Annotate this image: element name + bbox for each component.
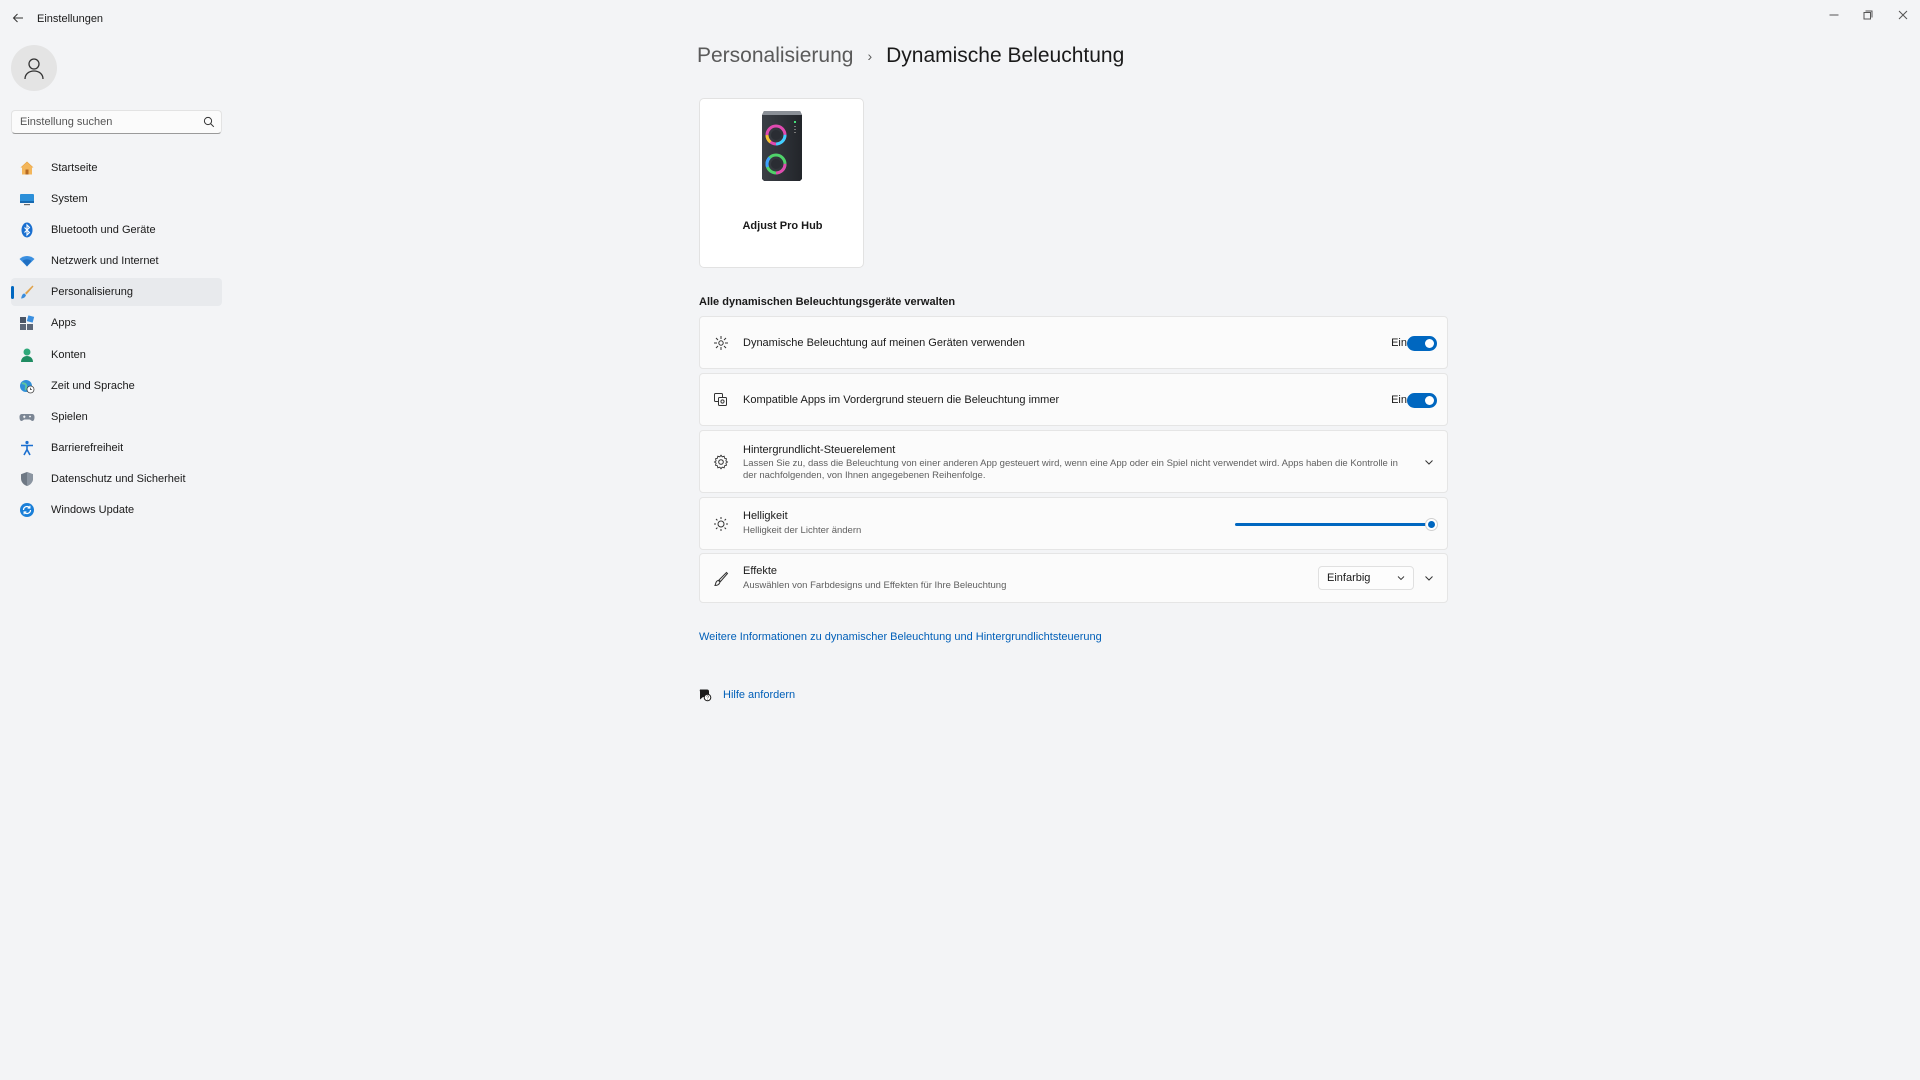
globe-clock-icon [18, 377, 36, 395]
setting-title: Helligkeit [743, 510, 788, 522]
sidebar-item-label: Zeit und Sprache [51, 379, 135, 392]
setting-title: Kompatible Apps im Vordergrund steuern d… [743, 394, 1060, 406]
chevron-down-icon[interactable] [1421, 570, 1437, 586]
avatar[interactable] [11, 45, 57, 91]
sidebar-item-label: Datenschutz und Sicherheit [51, 472, 186, 485]
page-title: Dynamische Beleuchtung [886, 44, 1125, 67]
sidebar-item-spielen[interactable]: Spielen [11, 403, 222, 431]
section-title: Alle dynamischen Beleuchtungsgeräte verw… [699, 296, 956, 308]
brush-icon [712, 570, 730, 588]
gear-icon [712, 453, 730, 471]
help-link-label: Hilfe anfordern [723, 689, 796, 701]
sidebar-item-system[interactable]: System [11, 185, 222, 213]
foreground-apps-toggle[interactable] [1407, 393, 1437, 408]
sidebar-item-label: Bluetooth und Geräte [51, 224, 156, 237]
sidebar-item-label: Startseite [51, 162, 98, 174]
close-button[interactable] [1891, 5, 1915, 25]
sidebar-item-personalisierung[interactable]: Personalisierung [11, 278, 222, 307]
sidebar-item-label: Konten [51, 348, 86, 361]
home-icon [18, 159, 36, 177]
accessibility-icon [18, 439, 36, 457]
apps-control-icon [712, 391, 730, 409]
sidebar-item-label: Windows Update [51, 504, 135, 517]
person-icon [18, 346, 36, 364]
setting-use-dynamic-lighting: Dynamische Beleuchtung auf meinen Geräte… [699, 316, 1448, 369]
device-name: Adjust Pro Hub [742, 220, 823, 232]
monitor-icon [18, 190, 36, 208]
sidebar-item-apps[interactable]: Apps [11, 309, 222, 337]
more-info-link[interactable]: Weitere Informationen zu dynamischer Bel… [699, 631, 1102, 643]
breadcrumb-separator: › [867, 48, 873, 64]
maximize-icon [1863, 10, 1873, 20]
use-dynamic-lighting-toggle[interactable] [1407, 336, 1437, 351]
brightness-slider-track[interactable] [1235, 523, 1431, 526]
effects-selected-value: Einfarbig [1327, 572, 1371, 584]
breadcrumb: Personalisierung › Dynamische Beleuchtun… [697, 44, 1124, 68]
close-icon [1898, 10, 1908, 20]
minimize-icon [1829, 14, 1839, 16]
search-box[interactable] [11, 110, 222, 134]
help-icon: ? [697, 687, 713, 703]
setting-background-light-control[interactable]: Hintergrundlicht-Steuerelement Lassen Si… [699, 430, 1448, 493]
setting-title: Dynamische Beleuchtung auf meinen Geräte… [743, 337, 1025, 349]
app-title: Einstellungen [37, 13, 104, 25]
pc-tower-device-icon [762, 111, 802, 181]
setting-description: Auswählen von Farbdesigns und Effekten f… [743, 580, 1007, 591]
wifi-icon [18, 252, 36, 270]
sidebar-item-startseite[interactable]: Startseite [11, 154, 222, 182]
sidebar-item-label: Barrierefreiheit [51, 441, 124, 454]
setting-effects: Effekte Auswählen von Farbdesigns und Ef… [699, 553, 1448, 603]
sun-icon [712, 515, 730, 533]
setting-description: Lassen Sie zu, dass die Beleuchtung von … [743, 458, 1398, 481]
sidebar-item-netzwerk[interactable]: Netzwerk und Internet [11, 247, 222, 275]
sidebar-item-konten[interactable]: Konten [11, 341, 222, 369]
shield-icon [18, 470, 36, 488]
minimize-button[interactable] [1822, 5, 1846, 25]
toggle-state-label: Ein [1391, 337, 1407, 349]
back-arrow-icon [12, 13, 23, 23]
sidebar-item-label: Apps [51, 317, 77, 330]
chevron-down-icon [1397, 576, 1405, 581]
gamepad-icon [18, 408, 36, 426]
search-icon[interactable] [203, 116, 215, 128]
setting-title: Effekte [743, 565, 778, 577]
search-input[interactable] [20, 114, 200, 130]
sidebar-item-bluetooth[interactable]: Bluetooth und Geräte [11, 216, 222, 244]
bluetooth-icon [18, 221, 36, 239]
user-icon [24, 58, 44, 80]
brightness-slider-thumb[interactable] [1425, 518, 1438, 531]
setting-brightness: Helligkeit Helligkeit der Lichter ändern [699, 497, 1448, 550]
sidebar-nav: Startseite System Bluetooth und Geräte N… [11, 154, 222, 527]
back-button[interactable] [8, 8, 28, 28]
apps-icon [18, 314, 36, 332]
device-card[interactable]: Adjust Pro Hub [699, 98, 864, 268]
breadcrumb-parent[interactable]: Personalisierung [697, 44, 853, 68]
settings-window: Einstellungen Startseite System [0, 0, 1920, 1080]
help-link[interactable]: ? Hilfe anfordern [697, 687, 795, 703]
chevron-down-icon[interactable] [1421, 454, 1437, 470]
setting-description: Helligkeit der Lichter ändern [743, 525, 862, 536]
update-icon [18, 501, 36, 519]
setting-title: Hintergrundlicht-Steuerelement [743, 444, 896, 456]
brush-icon [18, 283, 36, 301]
sidebar-item-windows-update[interactable]: Windows Update [11, 496, 222, 524]
sparkle-light-icon [712, 334, 730, 352]
setting-foreground-apps: Kompatible Apps im Vordergrund steuern d… [699, 373, 1448, 426]
sidebar-item-label: Personalisierung [51, 286, 133, 299]
sidebar-item-label: Netzwerk und Internet [51, 255, 159, 268]
sidebar-item-datenschutz[interactable]: Datenschutz und Sicherheit [11, 465, 222, 493]
sidebar-item-barrierefreiheit[interactable]: Barrierefreiheit [11, 434, 222, 462]
title-bar: Einstellungen [0, 0, 1920, 38]
maximize-button[interactable] [1856, 5, 1880, 25]
sidebar-item-label: Spielen [51, 410, 88, 423]
effects-dropdown[interactable]: Einfarbig [1318, 566, 1414, 590]
sidebar-item-zeit[interactable]: Zeit und Sprache [11, 372, 222, 400]
svg-text:?: ? [706, 695, 709, 701]
sidebar-item-label: System [51, 193, 88, 206]
toggle-state-label: Ein [1391, 394, 1407, 406]
